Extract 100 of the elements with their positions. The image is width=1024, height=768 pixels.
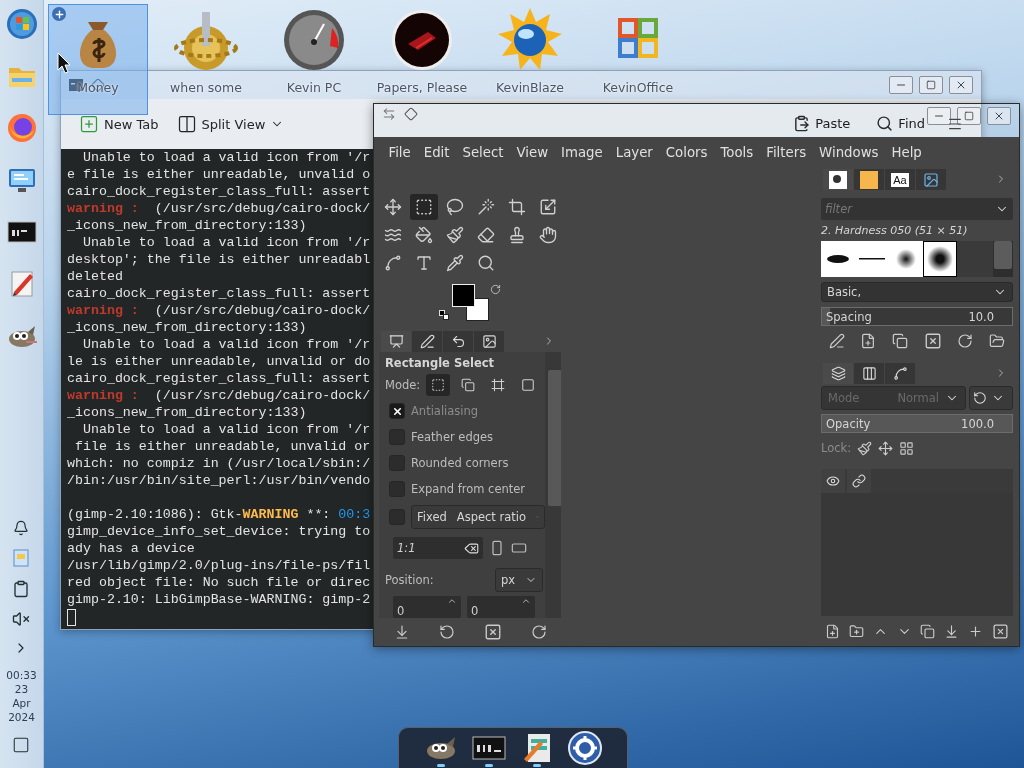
new-layer-icon[interactable]	[825, 623, 841, 639]
edit-icon[interactable]	[828, 333, 845, 349]
new-group-icon[interactable]	[849, 623, 865, 639]
brush-name: 2. Hardness 050 (51 × 51)	[821, 224, 969, 237]
swap-colors-icon[interactable]	[490, 284, 501, 295]
plus-icon[interactable]	[52, 7, 66, 21]
close-button[interactable]	[987, 107, 1011, 125]
start-orb-icon[interactable]	[5, 8, 38, 40]
maximize-button[interactable]	[919, 76, 943, 94]
muted-speaker-icon[interactable]	[12, 610, 31, 628]
game-disc-icon	[390, 8, 454, 72]
landscape-icon[interactable]	[511, 540, 527, 556]
fixed-dropdown[interactable]: Fixed Aspect ratio	[411, 505, 545, 529]
document-image-icon	[923, 171, 939, 188]
mode-label: Mode:	[385, 378, 421, 392]
brush-preview-icon	[829, 170, 847, 189]
desktop-shortcut[interactable]: Papers, Please	[372, 4, 472, 115]
paint-bucket-icon	[415, 226, 433, 244]
scrollbar-thumb[interactable]	[994, 241, 1012, 269]
composite-icon	[973, 391, 987, 405]
line-brush-icon	[859, 258, 885, 260]
spin-field[interactable]: 0	[393, 596, 461, 618]
delete-icon[interactable]	[923, 332, 942, 350]
position-label: Position:	[385, 573, 434, 587]
magnifier-icon	[477, 254, 495, 272]
default-colors-icon[interactable]	[439, 310, 449, 320]
tag-dropdown[interactable]: Basic,	[821, 282, 1013, 302]
wand-icon	[477, 198, 495, 216]
bell-icon[interactable]	[13, 520, 30, 536]
paths-icon	[384, 254, 402, 272]
restore-icon[interactable]	[438, 624, 455, 640]
keep-above-icon[interactable]	[404, 107, 418, 121]
dock-tab[interactable]	[823, 169, 853, 190]
split-view-icon	[176, 114, 197, 134]
checkbox[interactable]	[389, 509, 405, 525]
show-desktop-icon[interactable]	[12, 736, 31, 754]
duplicate-icon[interactable]	[920, 623, 936, 639]
checkbox[interactable]	[389, 455, 405, 471]
settings-icon	[568, 731, 602, 765]
clear-icon	[464, 540, 479, 556]
tool-button[interactable]	[410, 194, 438, 220]
scrollbar-thumb[interactable]	[548, 370, 561, 506]
delete-icon[interactable]	[483, 623, 502, 641]
refresh-icon[interactable]	[957, 333, 974, 349]
paths-icon	[892, 366, 908, 381]
paste-icon	[793, 115, 811, 132]
lasso-icon	[446, 198, 464, 216]
spin-field[interactable]: 0	[467, 596, 535, 618]
color-swatches[interactable]	[452, 284, 489, 321]
dock-tab[interactable]	[854, 363, 884, 384]
mode-button[interactable]	[426, 374, 451, 396]
close-icon	[955, 79, 967, 91]
dock-tab[interactable]	[854, 169, 884, 190]
checkbox[interactable]	[389, 429, 405, 445]
window-menu-icon[interactable]	[382, 107, 396, 121]
paste-button[interactable]: Paste	[789, 111, 855, 136]
minimize-button[interactable]	[889, 76, 913, 94]
sun-globe-icon	[498, 8, 562, 72]
delete-icon[interactable]	[991, 622, 1009, 640]
find-button[interactable]: Find	[872, 111, 929, 136]
image-icon	[481, 334, 497, 349]
clipboard-icon[interactable]	[12, 580, 31, 598]
portrait-icon[interactable]	[489, 540, 505, 556]
open-icon[interactable]	[989, 333, 1006, 349]
firefox-icon[interactable]	[5, 112, 38, 144]
reset-icon[interactable]	[530, 624, 547, 640]
lock-pixels-icon[interactable]	[857, 440, 873, 456]
brush-cell[interactable]	[923, 241, 957, 277]
dock-tab[interactable]	[474, 331, 504, 352]
opacity-slider[interactable]: Opacity 100.0	[821, 414, 1013, 433]
tool-options-title: Rectangle Select	[385, 356, 496, 372]
checkbox[interactable]	[389, 481, 405, 497]
spin-up-icon	[447, 596, 457, 606]
add-mode-icon	[461, 378, 476, 392]
easel-icon	[388, 334, 404, 349]
close-button[interactable]	[949, 76, 973, 94]
spacing-slider[interactable]: Spacing 10.0	[821, 307, 1013, 326]
eraser-icon	[477, 226, 495, 244]
lock-alpha-icon[interactable]	[899, 440, 915, 456]
unit-dropdown[interactable]: px	[495, 568, 543, 592]
desktop-shortcut[interactable]: KevinOffice	[588, 4, 688, 115]
text-tool-icon	[415, 254, 433, 272]
ratio-field[interactable]: 1:1	[393, 537, 483, 559]
chain-icon	[852, 474, 866, 488]
dock-tab[interactable]: Aa	[885, 169, 915, 190]
lock-position-icon[interactable]	[878, 440, 894, 456]
intersect-mode-icon	[521, 378, 536, 392]
dock-tab[interactable]	[885, 363, 915, 384]
composite-dropdown[interactable]	[969, 386, 1013, 410]
new-file-icon[interactable]	[860, 333, 877, 349]
desktop-shortcut[interactable]: KevinBlaze	[480, 4, 580, 115]
replace-mode-icon	[431, 378, 446, 392]
duplicate-icon[interactable]	[892, 333, 909, 349]
clock[interactable]: 00:33 23 Apr 2024	[6, 668, 37, 724]
transform-icon	[539, 198, 557, 216]
maximize-icon	[926, 80, 936, 90]
maximize-button[interactable]	[957, 107, 981, 125]
dock-tab[interactable]	[412, 331, 442, 352]
dock-tab[interactable]	[823, 363, 853, 384]
dock-tab[interactable]	[443, 331, 473, 352]
